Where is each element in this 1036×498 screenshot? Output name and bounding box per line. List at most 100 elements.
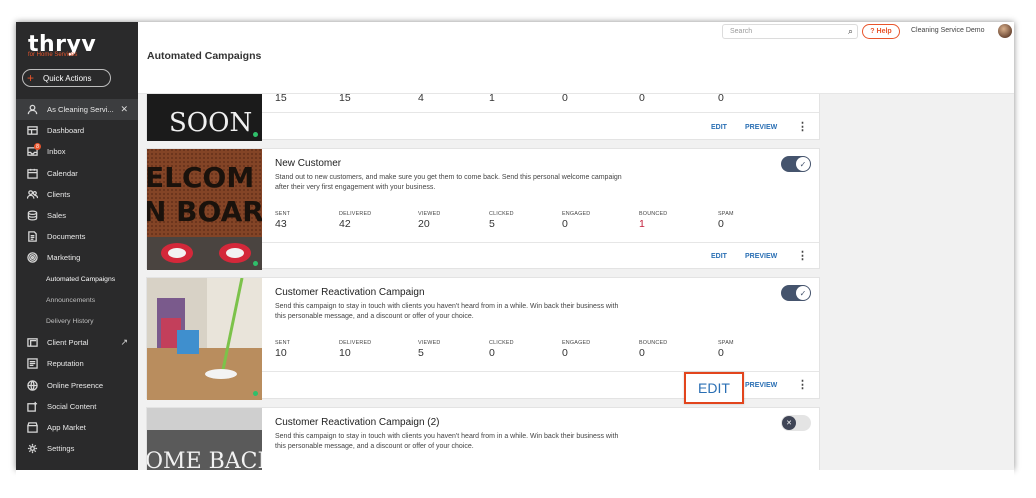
plus-icon: + [27,71,35,85]
active-status-dot [253,261,258,266]
account-name[interactable]: Cleaning Service Demo [911,27,985,34]
settings-icon [26,443,38,455]
campaign-thumbnail [147,278,262,400]
more-options-icon[interactable]: ⋮ [797,251,808,262]
sidebar-subitem-announcements[interactable]: Announcements [16,290,138,311]
thumbnail-text: SOON [169,108,252,138]
sidebar-item-label: Clients [47,189,71,199]
check-icon: ✓ [796,157,810,171]
stat-viewed: 4 [418,94,424,104]
dashboard-icon [26,125,38,137]
sidebar-item-app-market[interactable]: App Market [16,417,138,438]
sidebar-subitem-automated-campaigns[interactable]: Automated Campaigns [16,269,138,290]
sidebar-item-social-content[interactable]: Social Content [16,396,138,417]
active-status-dot [253,391,258,396]
stat-bounced: BOUNCED 0 [639,340,668,359]
card-divider [262,112,819,113]
sidebar-item-account-switch[interactable]: As Cleaning Servi... ✕ [16,99,138,121]
campaign-title: Customer Reactivation Campaign [275,287,425,298]
sidebar-item-label: Documents [47,232,86,242]
campaign-description: Send this campaign to stay in touch with… [275,303,619,320]
stat-engaged: ENGAGED 0 [562,340,591,359]
cleaning-image [147,278,262,400]
campaign-thumbnail: SOON [147,94,262,141]
sidebar-item-settings[interactable]: Settings [16,438,138,459]
edit-link[interactable]: EDIT [711,253,727,260]
more-options-icon[interactable]: ⋮ [797,122,808,133]
top-bar: Search ⌕ ? Help Cleaning Service Demo [138,22,1014,42]
help-button[interactable]: ? Help [862,24,900,39]
quick-actions-label: Quick Actions [43,73,92,83]
documents-icon [26,231,38,243]
campaign-card: OME BACK Customer Reactivation Campaign … [146,407,820,470]
sidebar-item-label: Sales [47,211,66,221]
sidebar: thryv for Home Services + Quick Actions … [16,22,138,470]
search-icon[interactable]: ⌕ [848,26,853,37]
stat-engaged: ENGAGED 0 [562,211,591,230]
stat-viewed: VIEWED 5 [418,340,441,359]
stat-sent: SENT 10 [275,340,291,359]
sidebar-item-label: Social Content [47,401,97,411]
preview-link[interactable]: PREVIEW [745,382,777,389]
come-back-image: OME BACK [147,408,262,470]
client-portal-icon [26,337,38,349]
campaign-card: SOON 15 15 4 1 0 0 0 EDIT PREVIEW ⋮ [146,94,820,141]
sidebar-item-label: Dashboard [47,126,85,136]
sidebar-item-inbox[interactable]: 8 Inbox [16,141,138,162]
campaign-list: SOON 15 15 4 1 0 0 0 EDIT PREVIEW ⋮ ELCO… [138,94,1014,470]
preview-link[interactable]: PREVIEW [745,253,777,260]
sidebar-item-online-presence[interactable]: Online Presence [16,374,138,395]
campaign-thumbnail: OME BACK [147,408,262,470]
sidebar-item-label: App Market [47,422,86,432]
campaign-card: ELCOM N BOAR New Customer Stand out to n… [146,148,820,270]
campaign-toggle[interactable]: ✓ [781,156,811,172]
campaign-toggle[interactable]: ✕ [781,415,811,431]
stat-viewed: VIEWED 20 [418,211,441,230]
user-switch-icon [26,104,38,116]
sidebar-item-marketing[interactable]: Marketing [16,247,138,268]
external-link-icon[interactable]: ↗ [120,337,128,348]
clients-icon [26,188,38,200]
stat-spam: SPAM 0 [718,211,734,230]
sidebar-item-dashboard[interactable]: Dashboard [16,120,138,141]
page-header: Automated Campaigns [138,42,1014,94]
close-icon: ✕ [782,416,796,430]
sidebar-item-client-portal[interactable]: Client Portal ↗ [16,332,138,353]
welcome-mat-image: ELCOM N BOAR [147,149,262,270]
sidebar-item-clients[interactable]: Clients [16,184,138,205]
quick-actions-button[interactable]: + Quick Actions [22,69,111,87]
avatar[interactable] [998,24,1012,38]
edit-link-highlighted[interactable]: EDIT [684,372,744,404]
check-icon: ✓ [796,286,810,300]
edit-link[interactable]: EDIT [711,124,727,131]
globe-icon [26,379,38,391]
campaign-title: New Customer [275,158,342,169]
sidebar-item-calendar[interactable]: Calendar [16,163,138,184]
close-icon[interactable]: ✕ [120,104,128,115]
sidebar-item-documents[interactable]: Documents [16,226,138,247]
campaign-description: Stand out to new customers, and make sur… [275,174,622,191]
sidebar-item-label: Client Portal [47,338,89,348]
stat-clicked: 1 [489,94,495,104]
stat-delivered: DELIVERED 42 [339,211,372,230]
inbox-badge: 8 [34,143,41,151]
coming-soon-image: SOON [147,94,262,141]
preview-link[interactable]: PREVIEW [745,124,777,131]
active-status-dot [253,132,258,137]
sidebar-item-label: Reputation [47,359,84,369]
social-icon [26,400,38,412]
sidebar-item-sales[interactable]: Sales [16,205,138,226]
sidebar-item-reputation[interactable]: Reputation [16,353,138,374]
sidebar-item-label: Inbox [47,147,66,157]
stat-delivered: DELIVERED 10 [339,340,372,359]
stat-delivered: 15 [339,94,351,104]
search-input[interactable]: Search ⌕ [722,24,858,39]
sidebar-item-label: Marketing [47,253,81,263]
sidebar-item-label: Settings [47,444,75,454]
svg-text:N BOAR: N BOAR [147,195,262,228]
campaign-toggle[interactable]: ✓ [781,285,811,301]
sidebar-subitem-delivery-history[interactable]: Delivery History [16,311,138,332]
sidebar-nav: As Cleaning Servi... ✕ Dashboard 8 Inbox… [16,99,138,459]
app-market-icon [26,421,38,433]
more-options-icon[interactable]: ⋮ [797,380,808,391]
